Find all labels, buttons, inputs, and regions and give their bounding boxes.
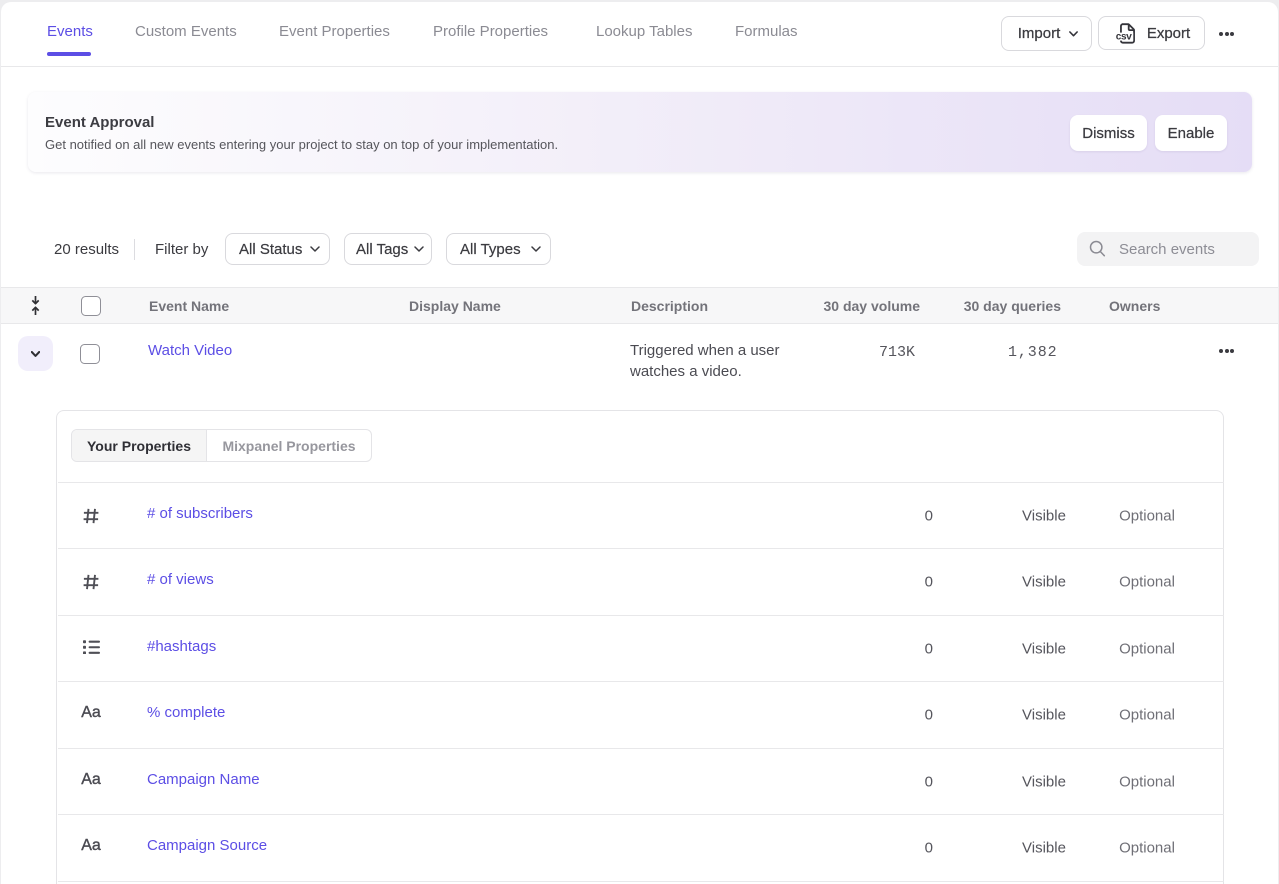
svg-text:csv: csv <box>1115 32 1131 43</box>
